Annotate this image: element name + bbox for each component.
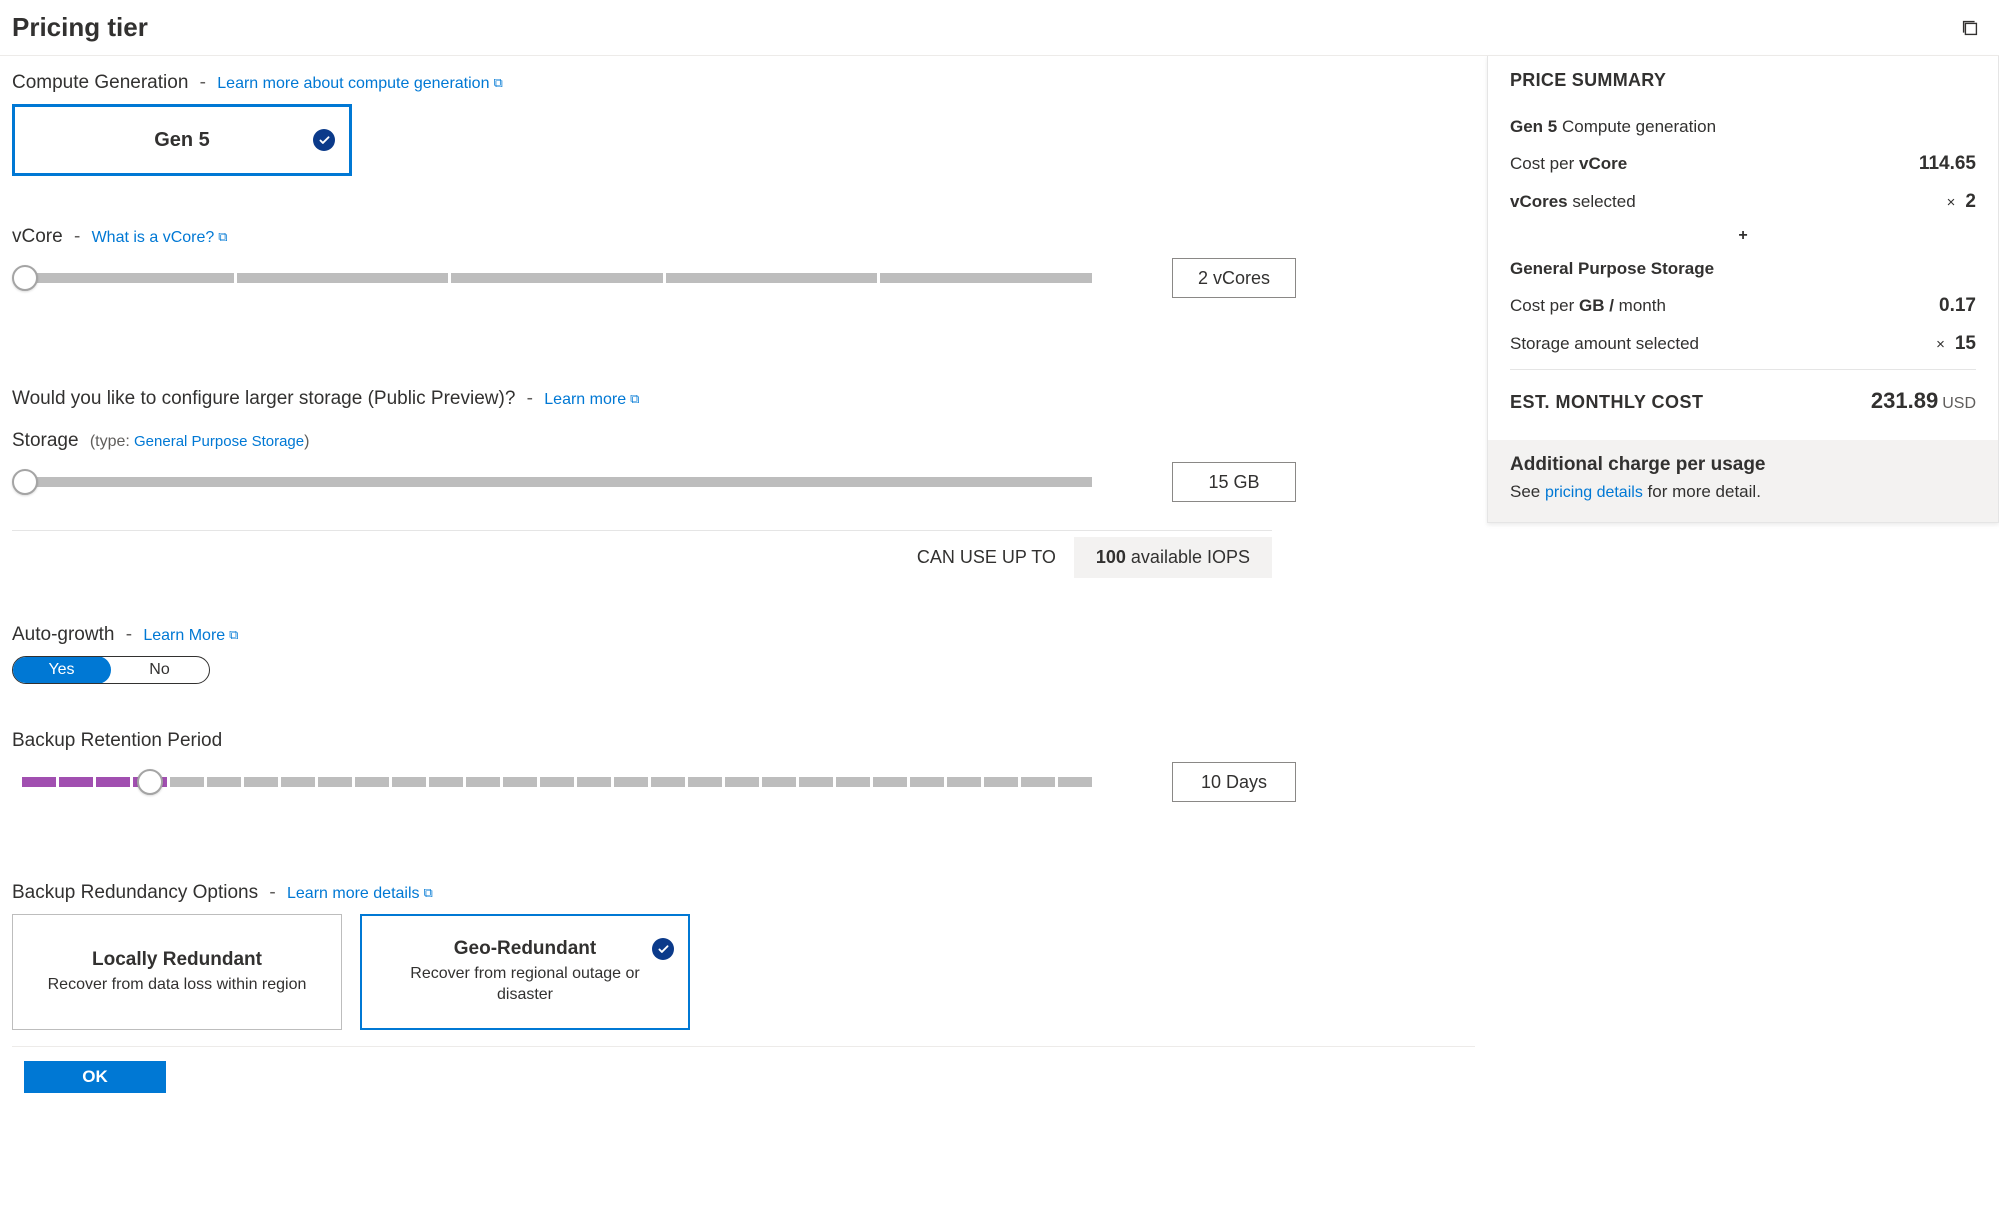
summary-monthly-cost: EST. MONTHLY COST 231.89USD xyxy=(1510,380,1976,422)
redundancy-label: Backup Redundancy Options - Learn more d… xyxy=(12,882,1475,904)
summary-compute-generation: Gen 5 Compute generation xyxy=(1510,109,1976,145)
summary-cost-per-vcore: Cost per vCore 114.65 xyxy=(1510,145,1976,183)
auto-growth-no[interactable]: No xyxy=(110,657,209,683)
storage-slider[interactable] xyxy=(12,473,1092,491)
ok-button[interactable]: OK xyxy=(24,1061,166,1093)
retention-label: Backup Retention Period xyxy=(12,730,1475,752)
summary-storage-amount: Storage amount selected ×15 xyxy=(1510,325,1976,363)
auto-growth-yes[interactable]: Yes xyxy=(12,656,111,684)
slider-thumb[interactable] xyxy=(12,469,38,495)
external-link-icon: ⧉ xyxy=(424,885,433,900)
larger-storage-learn-more-link[interactable]: Learn more⧉ xyxy=(544,391,639,408)
pricing-details-link[interactable]: pricing details xyxy=(1545,484,1643,501)
retention-value: 10 Days xyxy=(1172,762,1296,802)
auto-growth-label: Auto-growth - Learn More⧉ xyxy=(12,624,1475,646)
vcore-label: vCore - What is a vCore?⧉ xyxy=(12,226,1475,248)
vcore-slider[interactable] xyxy=(12,269,1092,287)
summary-plus: + xyxy=(1510,221,1976,251)
restore-window-icon[interactable] xyxy=(1959,17,1981,39)
slider-thumb[interactable] xyxy=(137,769,163,795)
summary-storage-heading: General Purpose Storage xyxy=(1510,251,1976,287)
auto-growth-toggle[interactable]: Yes No xyxy=(12,656,210,684)
compute-generation-label: Compute Generation - Learn more about co… xyxy=(12,72,1475,94)
summary-additional-charge: Additional charge per usage See pricing … xyxy=(1488,440,1998,522)
auto-growth-learn-more-link[interactable]: Learn More⧉ xyxy=(143,627,238,644)
check-icon xyxy=(652,938,674,960)
external-link-icon: ⧉ xyxy=(493,75,502,90)
retention-slider[interactable] xyxy=(12,773,1092,791)
price-summary-title: PRICE SUMMARY xyxy=(1510,70,1976,91)
external-link-icon: ⧉ xyxy=(630,391,639,406)
check-icon xyxy=(313,129,335,151)
storage-label: Storage (type: General Purpose Storage) xyxy=(12,430,1475,452)
redundancy-option-locally[interactable]: Locally Redundant Recover from data loss… xyxy=(12,914,342,1030)
blade-header: Pricing tier xyxy=(0,0,1999,56)
vcore-value: 2 vCores xyxy=(1172,258,1296,298)
iops-indicator: CAN USE UP TO 100 available IOPS xyxy=(12,530,1272,578)
storage-type-link[interactable]: General Purpose Storage xyxy=(134,433,304,450)
external-link-icon: ⧉ xyxy=(218,229,227,244)
compute-generation-option-gen5[interactable]: Gen 5 xyxy=(12,104,352,176)
slider-thumb[interactable] xyxy=(12,265,38,291)
vcore-learn-more-link[interactable]: What is a vCore?⧉ xyxy=(92,229,228,246)
summary-cost-per-gb: Cost per GB / month 0.17 xyxy=(1510,287,1976,325)
redundancy-option-geo[interactable]: Geo-Redundant Recover from regional outa… xyxy=(360,914,690,1030)
storage-value: 15 GB xyxy=(1172,462,1296,502)
summary-vcores-selected: vCores selected ×2 xyxy=(1510,183,1976,221)
page-title: Pricing tier xyxy=(12,12,148,43)
external-link-icon: ⧉ xyxy=(229,627,238,642)
price-summary-panel: PRICE SUMMARY Gen 5 Compute generation C… xyxy=(1487,56,1999,1119)
redundancy-learn-more-link[interactable]: Learn more details⧉ xyxy=(287,885,433,902)
larger-storage-label: Would you like to configure larger stora… xyxy=(12,388,1475,410)
compute-generation-learn-more-link[interactable]: Learn more about compute generation⧉ xyxy=(217,75,502,92)
